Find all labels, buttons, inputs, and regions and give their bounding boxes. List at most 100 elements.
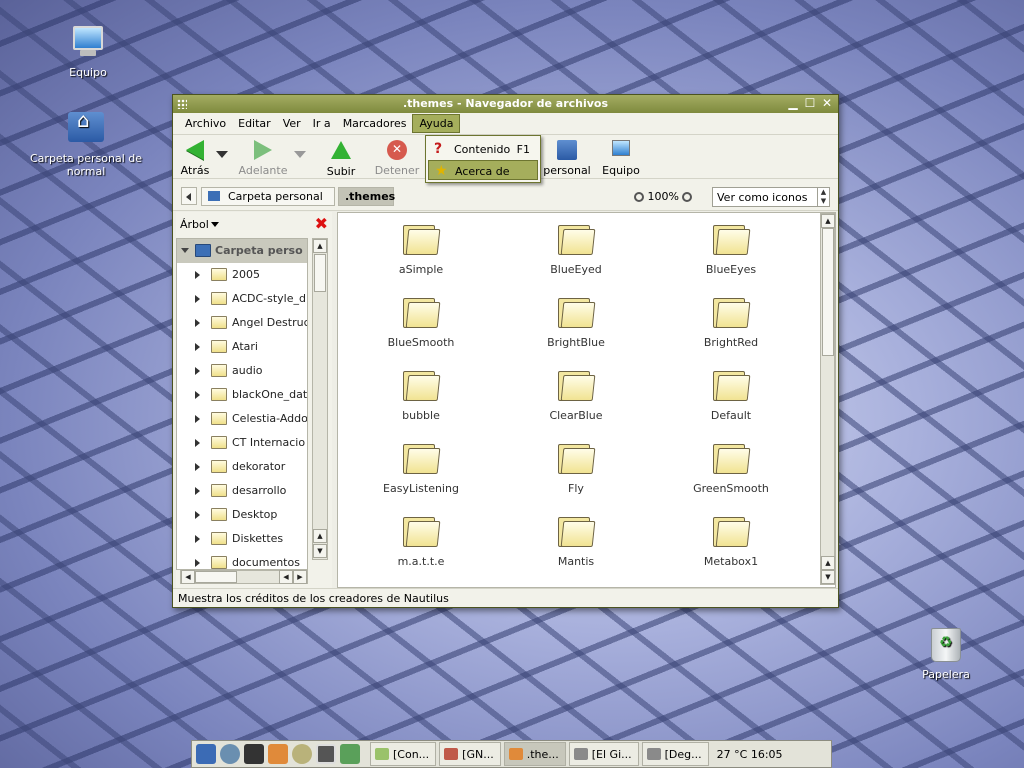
tree-vertical-scrollbar[interactable]: ▲ ▲ ▼ [312,238,328,560]
expander-icon[interactable] [195,319,200,327]
tree-item[interactable]: desarrollo [177,479,307,503]
computer-button[interactable]: Equipo [599,139,643,177]
expander-icon[interactable] [195,463,200,471]
clock[interactable]: 27 °C 16:05 [717,748,783,761]
expander-icon[interactable] [195,343,200,351]
sidebar-header[interactable]: Árbol ✖ [176,212,332,236]
up-button[interactable]: Subir [323,139,359,178]
expander-icon[interactable] [195,487,200,495]
breadcrumb-themes[interactable]: .themes [338,187,395,206]
menu-marcadores[interactable]: Marcadores [337,115,413,132]
minimize-button[interactable]: ▁ [786,96,800,110]
tree-item[interactable]: 2005 [177,263,307,287]
tree-item[interactable]: Desktop [177,503,307,527]
expander-icon[interactable] [195,295,200,303]
scroll-up-button[interactable]: ▲ [313,529,327,543]
menu-ver[interactable]: Ver [277,115,307,132]
taskbar-task[interactable]: [GN... [439,742,501,766]
scroll-thumb[interactable] [822,228,834,356]
taskbar-task[interactable]: [Con... [370,742,437,766]
expander-icon[interactable] [195,271,200,279]
folder-item[interactable]: BlueEyed [516,223,636,276]
folder-item[interactable]: BlueSmooth [361,296,481,349]
forward-history-dropdown[interactable] [294,151,306,158]
expander-icon[interactable] [195,367,200,375]
view-mode-select[interactable]: Ver como iconos ▲ ▼ [712,187,830,207]
screen-icon[interactable] [316,744,336,764]
title-bar[interactable]: .themes - Navegador de archivos ▁ ☐ ✕ [173,95,838,113]
menu-item-contenido[interactable]: ? Contenido F1 [428,139,538,159]
folder-item[interactable]: Default [671,369,791,422]
zoom-level[interactable]: 100% [648,190,679,203]
taskbar-task[interactable]: [El Gi... [568,742,639,766]
folder-item[interactable]: Mantis [516,515,636,568]
scroll-up-button[interactable]: ▲ [821,214,835,228]
menu-item-acerca-de[interactable]: ★ Acerca de [428,160,538,180]
tree-item[interactable]: Diskettes [177,527,307,551]
expander-icon[interactable] [195,535,200,543]
menu-ir-a[interactable]: Ir a [307,115,337,132]
tree-item[interactable]: Angel Destruc [177,311,307,335]
stop-button[interactable]: Detener [372,139,422,177]
tree-item[interactable]: audio [177,359,307,383]
tree-item[interactable]: Atari [177,335,307,359]
forward-button[interactable]: Adelante [235,139,291,177]
desktop-icon-home[interactable]: Carpeta personal de normal [26,108,146,178]
expander-icon[interactable] [181,248,189,253]
scroll-right-button[interactable]: ▶ [293,570,307,584]
expander-icon[interactable] [195,559,200,567]
close-sidebar-icon[interactable]: ✖ [315,216,328,232]
tree-item[interactable]: CT Internacio [177,431,307,455]
scroll-up-button[interactable]: ▲ [821,556,835,570]
scroll-left-button[interactable]: ◀ [181,570,195,584]
folder-item[interactable]: aSimple [361,223,481,276]
file-manager-icon[interactable] [268,744,288,764]
location-scroll-left-button[interactable] [181,187,197,205]
menu-editar[interactable]: Editar [232,115,277,132]
scroll-thumb[interactable] [314,254,326,292]
folder-item[interactable]: BrightBlue [516,296,636,349]
desktop-icon-trash[interactable]: Papelera [886,628,1006,681]
tree-item[interactable]: blackOne_dat [177,383,307,407]
desktop-icon-equipo[interactable]: Equipo [28,24,148,79]
scroll-up-button[interactable]: ▲ [313,239,327,253]
folder-item[interactable]: m.a.t.t.e [361,515,481,568]
scroll-down-button[interactable]: ▼ [821,570,835,584]
folder-item[interactable]: Fly [516,442,636,495]
folder-item[interactable]: Metabox1 [671,515,791,568]
breadcrumb-home[interactable]: Carpeta personal [201,187,335,206]
gnome-foot-icon[interactable] [196,744,216,764]
web-browser-icon[interactable] [220,744,240,764]
tree-item[interactable]: dekorator [177,455,307,479]
back-history-dropdown[interactable] [216,151,228,158]
folder-item[interactable]: BlueEyes [671,223,791,276]
expander-icon[interactable] [195,511,200,519]
back-button[interactable]: Atrás [177,139,213,177]
icon-view-vertical-scrollbar[interactable]: ▲ ▲ ▼ [820,213,835,585]
media-player-icon[interactable] [292,744,312,764]
tree-item[interactable]: documentos [177,551,307,569]
folder-item[interactable]: BrightRed [671,296,791,349]
tree-item[interactable]: Celestia-Addo [177,407,307,431]
scroll-thumb[interactable] [195,571,237,583]
folder-item[interactable]: bubble [361,369,481,422]
folder-item[interactable]: ClearBlue [516,369,636,422]
tree-horizontal-scrollbar[interactable]: ◀ ◀ ▶ [180,570,308,584]
taskbar-task[interactable]: .the... [503,742,566,766]
folder-item[interactable]: GreenSmooth [671,442,791,495]
terminal-icon[interactable] [244,744,264,764]
menu-ayuda[interactable]: Ayuda [412,114,461,133]
taskbar-task[interactable]: [Deg... [641,742,709,766]
tree-root[interactable]: Carpeta perso [177,239,307,263]
folder-item[interactable]: EasyListening [361,442,481,495]
expander-icon[interactable] [195,391,200,399]
scroll-left-button[interactable]: ◀ [279,570,293,584]
zoom-in-icon[interactable] [682,192,693,202]
scroll-down-button[interactable]: ▼ [313,544,327,558]
close-button[interactable]: ✕ [820,96,834,110]
home-button[interactable]: personal [537,139,597,177]
zoom-out-icon[interactable] [634,192,644,202]
menu-archivo[interactable]: Archivo [179,115,232,132]
maximize-button[interactable]: ☐ [803,96,817,110]
expander-icon[interactable] [195,439,200,447]
